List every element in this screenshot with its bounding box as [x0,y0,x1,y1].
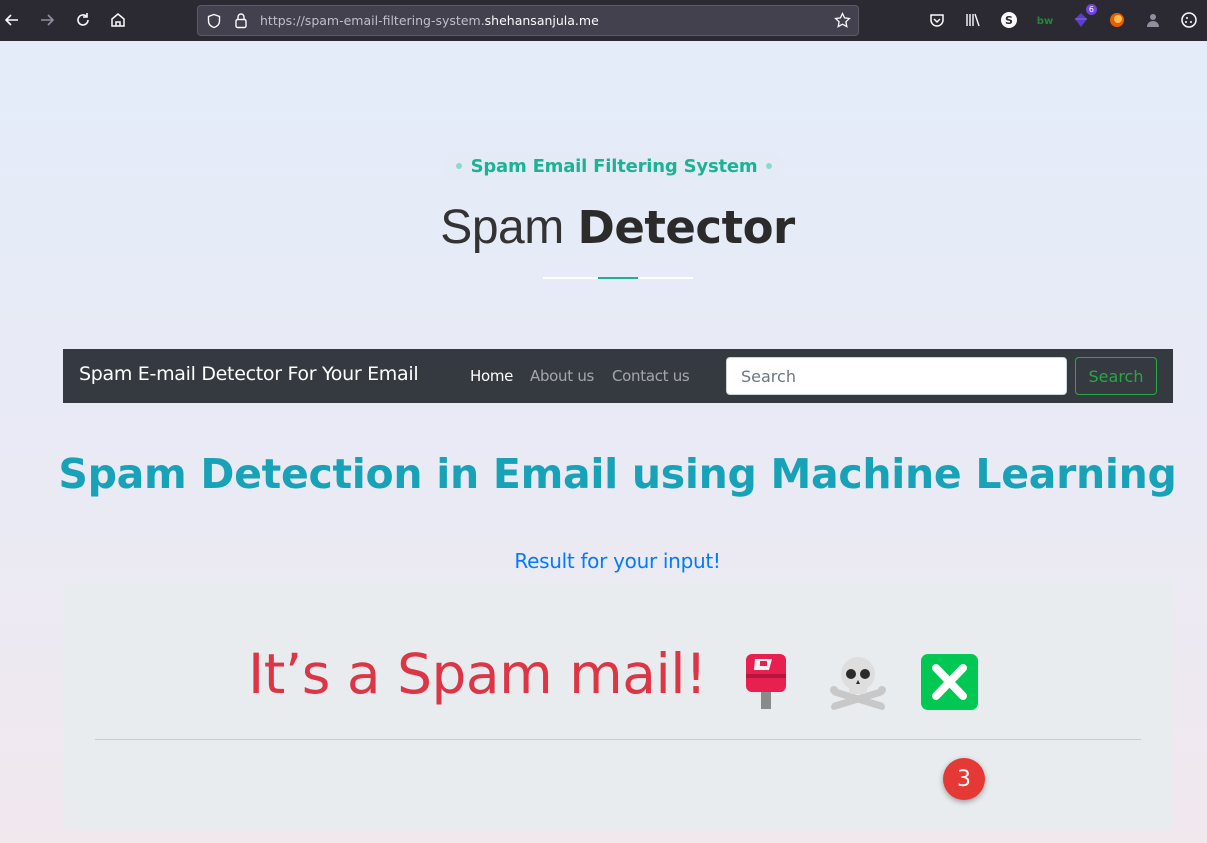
tagline-text: Spam Email Filtering System [470,155,758,177]
url-prefix: https://spam-email-filtering-system. [260,13,485,28]
tagline-pill: Spam Email Filtering System [444,152,784,180]
tagline-dot-right [766,163,773,169]
library-icon[interactable] [963,10,983,30]
browser-toolbar: https://spam-email-filtering-system.sheh… [0,0,1207,41]
skull-crossbones-icon [829,652,887,714]
nav-link-contact[interactable]: Contact us [612,367,690,385]
extension-badge: 6 [1085,4,1097,15]
navbar-brand[interactable]: Spam E-mail Detector For Your Email [79,363,419,385]
search-input[interactable] [726,357,1067,395]
cross-mark-icon [921,654,978,714]
postbox-icon [744,652,788,714]
result-divider [95,739,1141,740]
shield-icon[interactable] [206,13,222,33]
verdict-text: It’s a Spam mail! [248,642,707,706]
cookie-icon[interactable] [1179,10,1199,30]
firefox-fox-icon[interactable] [1107,10,1127,30]
extension-gem-icon[interactable]: 6 [1071,4,1097,30]
nav-link-about[interactable]: About us [530,367,594,385]
hero-title-bold: Detector [577,201,796,254]
url-domain: shehansanjula.me [484,13,599,28]
hero-divider-left [543,277,598,279]
url-text[interactable]: https://spam-email-filtering-system.sheh… [260,13,599,28]
url-bar[interactable]: https://spam-email-filtering-system.sheh… [197,5,859,36]
back-icon[interactable] [0,8,24,32]
reload-icon[interactable] [71,8,95,32]
result-panel [63,584,1173,829]
bookmark-star-icon[interactable] [834,11,851,33]
notification-badge[interactable]: 3 [943,758,985,800]
svg-text:bw: bw [1037,16,1053,27]
hero-divider-right [638,277,693,279]
home-icon[interactable] [106,8,130,32]
result-label: Result for your input! [514,549,721,573]
spy-extension-icon[interactable] [1143,10,1163,30]
hero-divider-accent [598,277,638,279]
pocket-icon[interactable] [927,10,947,30]
hero-title-light: Spam [440,201,564,254]
skype-icon[interactable]: S [999,10,1019,30]
bw-extension-icon[interactable]: bw [1035,10,1055,30]
lock-icon[interactable] [233,12,249,33]
hero-title: Spam Detector [0,200,1207,255]
svg-text:S: S [1005,14,1013,27]
forward-icon[interactable] [35,8,59,32]
tagline-dot-left [455,163,462,169]
navbar: Spam E-mail Detector For Your Email Home… [63,349,1173,403]
search-button[interactable]: Search [1075,357,1157,395]
nav-link-home[interactable]: Home [470,367,513,385]
page-title: Spam Detection in Email using Machine Le… [58,450,1177,498]
